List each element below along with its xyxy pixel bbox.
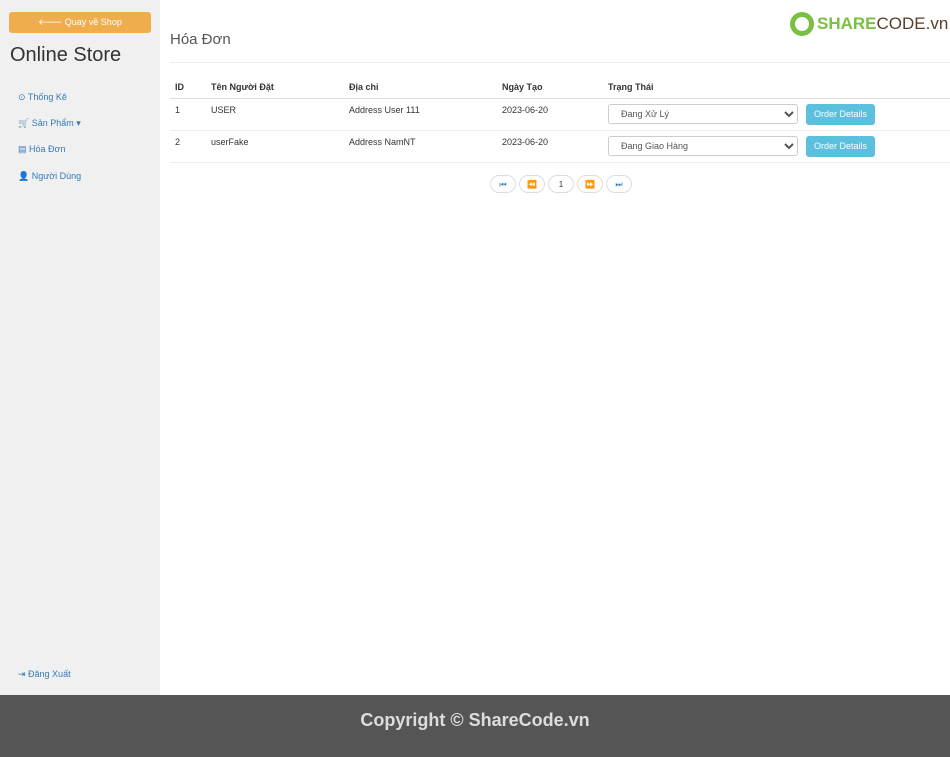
list-icon: ▤ bbox=[18, 144, 27, 154]
brand-title: Online Store bbox=[10, 44, 122, 66]
col-id: ID bbox=[170, 76, 206, 99]
logo: SHARE CODE.vn bbox=[790, 12, 948, 36]
label: Hóa Đơn bbox=[29, 144, 66, 154]
sidebar-item-statistics[interactable]: ⊙ Thống Kê bbox=[18, 92, 67, 103]
sidebar-item-users[interactable]: 👤 Người Dùng bbox=[18, 171, 81, 182]
sidebar-item-orders[interactable]: ▤ Hóa Đơn bbox=[18, 144, 65, 155]
prev-page-icon[interactable]: ⏪ bbox=[519, 175, 545, 193]
logo-text: SHARE bbox=[817, 14, 877, 33]
cell-address: Address User 111 bbox=[344, 98, 497, 131]
orders-table: ID Tên Người Đặt Địa chỉ Ngày Tạo Trạng … bbox=[170, 76, 950, 163]
cell-id: 2 bbox=[170, 130, 206, 163]
logo-text: CODE.vn bbox=[876, 14, 949, 33]
back-to-shop-button[interactable]: 🡐 Quay về Shop bbox=[9, 12, 151, 33]
page-title: Hóa Đơn bbox=[170, 31, 231, 48]
cart-icon: 🛒 bbox=[18, 118, 30, 128]
col-date: Ngày Tạo bbox=[497, 76, 603, 99]
cell-name: userFake bbox=[206, 130, 344, 163]
col-name: Tên Người Đặt bbox=[206, 76, 344, 99]
status-select[interactable]: Đang Giao Hàng bbox=[608, 135, 798, 156]
cell-date: 2023-06-20 bbox=[497, 98, 603, 131]
cell-date: 2023-06-20 bbox=[497, 130, 603, 163]
sidebar-item-products[interactable]: 🛒 Sản Phẩm ▾ bbox=[18, 118, 81, 129]
cell-address: Address NamNT bbox=[344, 130, 497, 163]
pagination: ⏮ ⏪ 1 ⏩ ⏭ bbox=[490, 175, 632, 193]
cell-id: 1 bbox=[170, 98, 206, 131]
order-details-button[interactable]: Order Details bbox=[806, 103, 876, 125]
divider bbox=[170, 62, 950, 63]
page-number[interactable]: 1 bbox=[548, 175, 574, 193]
footer: Copyright © ShareCode.vn bbox=[0, 695, 950, 757]
logout-link[interactable]: ⇥ Đăng Xuất bbox=[18, 669, 71, 680]
label: Sản Phẩm ▾ bbox=[31, 118, 81, 128]
logo-icon bbox=[790, 12, 814, 36]
table-row: 1 USER Address User 111 2023-06-20 Đang … bbox=[170, 98, 950, 131]
col-address: Địa chỉ bbox=[344, 76, 497, 99]
cell-name: USER bbox=[206, 98, 344, 131]
user-icon: 👤 bbox=[18, 171, 30, 181]
first-page-icon[interactable]: ⏮ bbox=[490, 175, 516, 193]
col-status: Trạng Thái bbox=[603, 76, 950, 99]
clock-icon: ⊙ bbox=[18, 92, 26, 102]
sidebar: 🡐 Quay về Shop Online Store ⊙ Thống Kê 🛒… bbox=[0, 0, 160, 695]
next-page-icon[interactable]: ⏩ bbox=[577, 175, 603, 193]
order-details-button[interactable]: Order Details bbox=[806, 135, 876, 157]
label: Người Dùng bbox=[31, 171, 82, 181]
last-page-icon[interactable]: ⏭ bbox=[606, 175, 632, 193]
table-row: 2 userFake Address NamNT 2023-06-20 Đang… bbox=[170, 130, 950, 163]
status-select[interactable]: Đang Xử Lý bbox=[608, 103, 798, 124]
label: Thống Kê bbox=[27, 92, 67, 102]
